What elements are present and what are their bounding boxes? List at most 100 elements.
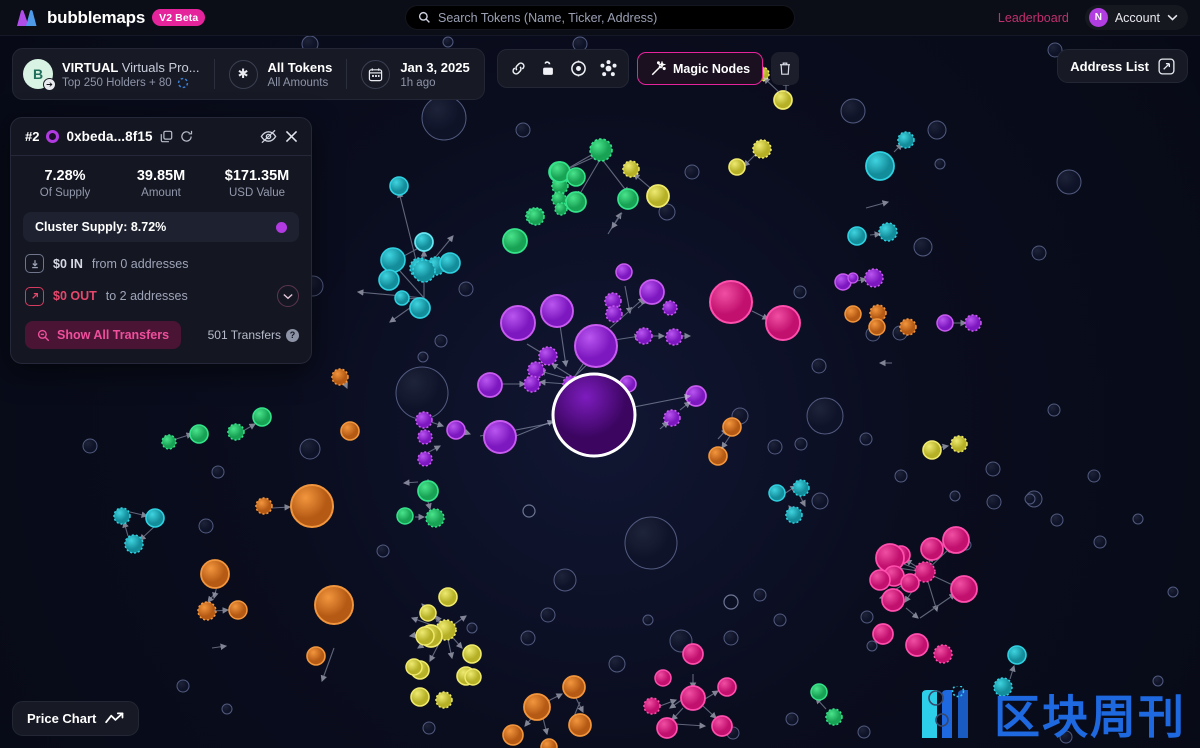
date-selector[interactable]: Jan 3, 2025 1h ago	[400, 60, 469, 89]
token-identity[interactable]: VIRTUAL Virtuals Pro... Top 250 Holders …	[62, 60, 200, 89]
refresh-spinner-icon	[177, 77, 189, 89]
token-filter[interactable]: All Tokens All Amounts	[268, 60, 333, 89]
cluster-purple-left-arm[interactable]	[415, 411, 555, 467]
account-label: Account	[1114, 10, 1160, 25]
search-transfers-icon	[37, 329, 50, 342]
cluster-green-right[interactable]	[396, 479, 445, 528]
search-bar[interactable]	[405, 5, 795, 30]
stat-usd-value: $171.35M USD Value	[209, 168, 305, 199]
address-list-button[interactable]: Address List	[1057, 49, 1188, 83]
brand-logo-group[interactable]: bubblemaps V2 Beta	[0, 7, 206, 28]
link-chain-icon[interactable]	[504, 55, 532, 82]
top-navigation-bar: bubblemaps V2 Beta Leaderboard N Account	[0, 0, 1200, 36]
account-menu[interactable]: N Account	[1084, 5, 1188, 30]
transfers-count: 501 Transfers ?	[208, 328, 299, 342]
bubblemaps-logo-icon	[14, 9, 40, 27]
address-list-label: Address List	[1070, 58, 1149, 74]
flow-out-amount: $0 OUT	[53, 289, 97, 303]
copy-icon[interactable]	[160, 130, 173, 143]
token-ticker: VIRTUAL	[62, 59, 119, 75]
price-chart-button[interactable]: Price Chart	[12, 701, 140, 736]
cluster-teal-mid-right[interactable]	[768, 479, 810, 524]
cluster-orange-bottom[interactable]	[502, 675, 592, 748]
magic-nodes-label: Magic Nodes	[673, 61, 751, 76]
brand-name: bubblemaps	[47, 7, 146, 27]
calendar-icon[interactable]	[361, 59, 391, 89]
eye-off-icon[interactable]	[260, 129, 277, 144]
node-rank: #2	[25, 129, 40, 144]
flow-in-row: $0 IN from 0 addresses	[11, 242, 311, 273]
flow-in-detail: from 0 addresses	[91, 256, 189, 271]
close-icon[interactable]	[284, 129, 299, 144]
flow-in-amount: $0 IN	[53, 256, 83, 271]
top-right-actions: Leaderboard N Account	[998, 5, 1188, 30]
holders-label: Top 250 Holders + 80	[62, 76, 172, 89]
flow-out-row: $0 OUT to 2 addresses	[11, 273, 311, 307]
date-title: Jan 3, 2025	[400, 59, 470, 75]
show-all-transfers-label: Show All Transfers	[57, 328, 170, 342]
token-toolbar: В ➔ VIRTUAL Virtuals Pro... Top 250 Hold…	[12, 48, 485, 100]
cluster-orange-left[interactable]	[197, 484, 354, 683]
cluster-pairs-right[interactable]	[834, 268, 982, 460]
search-input[interactable]	[438, 10, 782, 25]
token-logo-group[interactable]: В ➔	[23, 59, 56, 91]
cluster-yellow-bottom[interactable]	[405, 587, 482, 709]
beta-badge: V2 Beta	[152, 9, 206, 26]
flow-out-detail: to 2 addresses	[105, 289, 188, 303]
cluster-magenta-big[interactable]	[869, 526, 978, 664]
chevron-down-icon	[1167, 14, 1178, 21]
node-info-header: #2 0xbeda...8f15	[11, 118, 311, 155]
question-mark-icon[interactable]: ?	[286, 328, 299, 342]
stat-value: $171.35M	[224, 168, 290, 184]
expand-icon	[1158, 57, 1175, 75]
trash-icon[interactable]	[771, 52, 800, 85]
cluster-green-top[interactable]	[502, 138, 639, 254]
arrow-in-icon	[25, 254, 44, 273]
stat-label: Of Supply	[39, 187, 91, 199]
filter-subtitle: All Amounts	[267, 76, 329, 89]
leaderboard-link[interactable]: Leaderboard	[998, 11, 1069, 25]
transfers-count-label: 501 Transfers	[207, 328, 281, 342]
magic-nodes-button[interactable]: Magic Nodes	[637, 52, 764, 85]
line-chart-icon	[105, 712, 124, 725]
map-tools-group	[497, 49, 629, 88]
magic-wand-icon	[650, 60, 666, 77]
stat-value: 7.28%	[44, 168, 86, 184]
base-chain-icon: ➔	[43, 78, 56, 91]
show-all-transfers-button[interactable]: Show All Transfers	[25, 321, 182, 349]
cluster-supply-label: Cluster Supply: 8.72%	[35, 220, 167, 234]
stat-amount: 39.85M Amount	[113, 168, 209, 199]
cluster-supply-dot	[276, 221, 287, 233]
target-icon[interactable]	[564, 55, 592, 82]
node-info-footer: Show All Transfers 501 Transfers ?	[11, 307, 311, 363]
cluster-magenta-bottom[interactable]	[643, 643, 737, 739]
watermark: 区块周刊	[918, 686, 1186, 740]
map-action-toolbar: Magic Nodes	[497, 49, 800, 88]
divider	[213, 59, 215, 89]
stat-value: 39.85M	[136, 168, 186, 184]
stat-label: USD Value	[228, 187, 286, 199]
asterisk-icon[interactable]: ✱	[228, 59, 258, 89]
unlock-icon[interactable]	[534, 55, 562, 82]
cluster-teal-lower-left[interactable]	[113, 507, 165, 554]
date-subtitle: 1h ago	[400, 76, 436, 89]
node-info-panel: #2 0xbeda...8f15 7.28% Of Supply 39.85M …	[10, 117, 312, 364]
stat-label: Amount	[141, 187, 181, 199]
node-address: 0xbeda...8f15	[66, 129, 153, 144]
token-name: Virtuals Pro...	[121, 59, 200, 75]
stat-of-supply: 7.28% Of Supply	[17, 168, 113, 199]
cluster-supply-row[interactable]: Cluster Supply: 8.72%	[23, 212, 299, 242]
arrow-out-icon	[25, 286, 44, 306]
chevron-down-icon[interactable]	[277, 285, 299, 307]
search-icon	[418, 11, 431, 24]
cluster-green-left[interactable]	[161, 407, 272, 450]
refresh-icon[interactable]	[180, 130, 193, 143]
divider	[346, 59, 348, 89]
watermark-text: 区块周刊	[994, 690, 1186, 744]
cluster-teal-upper[interactable]	[356, 176, 461, 323]
node-stats: 7.28% Of Supply 39.85M Amount $171.35M U…	[11, 156, 311, 212]
nodes-graph-icon[interactable]	[594, 55, 622, 82]
cluster-teal-right[interactable]	[847, 131, 915, 246]
cluster-magenta-upper-right[interactable]	[709, 280, 801, 341]
avatar: N	[1088, 8, 1108, 27]
